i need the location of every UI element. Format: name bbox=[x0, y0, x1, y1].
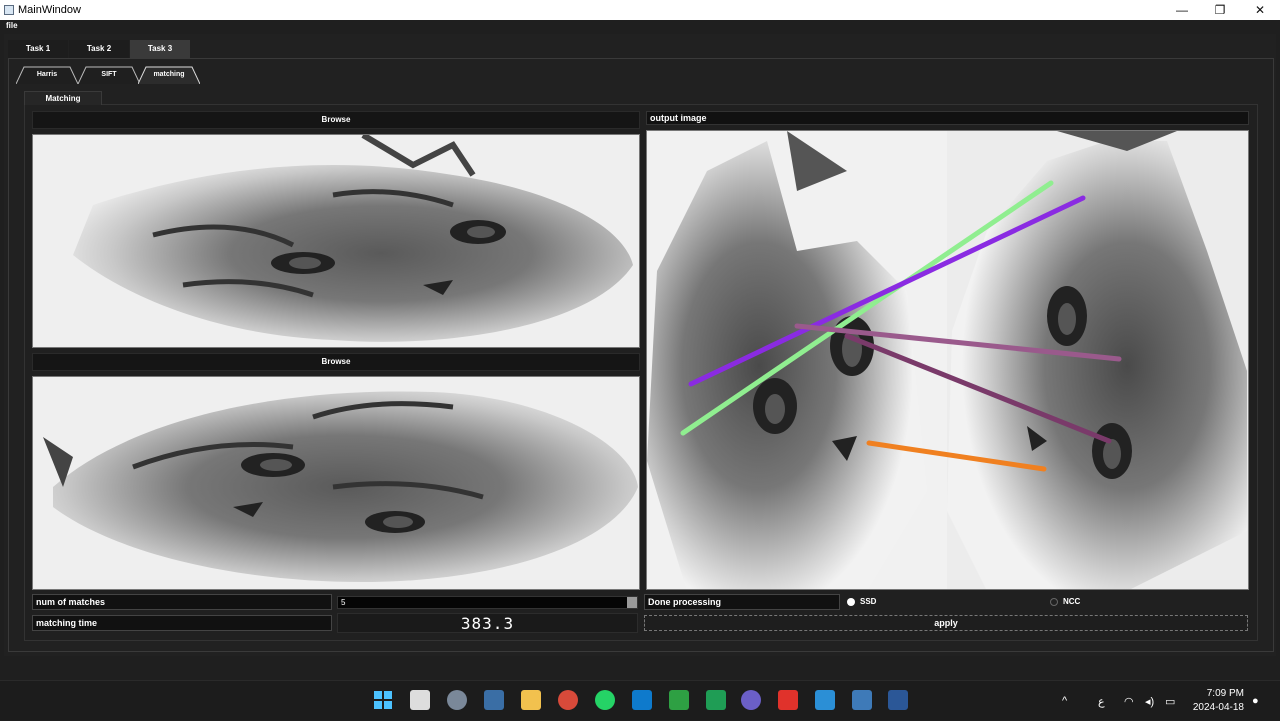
tab-sift-label: SIFT bbox=[101, 71, 117, 78]
word-icon[interactable] bbox=[888, 690, 908, 710]
chrome-icon[interactable] bbox=[558, 690, 578, 710]
app-green-icon[interactable] bbox=[669, 690, 689, 710]
matching-time-label: matching time bbox=[32, 615, 332, 631]
acrobat-icon[interactable] bbox=[778, 690, 798, 710]
paint-icon[interactable] bbox=[815, 690, 835, 710]
tab-task-3[interactable]: Task 3 bbox=[130, 40, 190, 58]
apply-button[interactable]: apply bbox=[644, 615, 1248, 631]
output-image-label: output image bbox=[646, 111, 1249, 125]
maximize-button[interactable]: ❐ bbox=[1200, 0, 1240, 20]
app-purple-icon[interactable] bbox=[741, 690, 761, 710]
task-tabs: Task 1 Task 2 Task 3 bbox=[8, 40, 191, 58]
ncc-radio[interactable]: NCC bbox=[1050, 597, 1080, 606]
volume-icon[interactable]: ◂) bbox=[1145, 681, 1154, 721]
menu-bar: file bbox=[0, 20, 1280, 32]
settings-icon[interactable] bbox=[447, 690, 467, 710]
tab-matching[interactable]: matching bbox=[138, 66, 200, 84]
taskbar: ^ ع ◠ ◂) ▭ 7:09 PM 2024-04-18 ● bbox=[0, 680, 1280, 720]
notification-icon[interactable]: ● bbox=[1252, 681, 1259, 721]
input-image-2 bbox=[32, 376, 640, 590]
tab-matching-label: matching bbox=[153, 71, 185, 78]
monitor-icon[interactable] bbox=[484, 690, 504, 710]
tab-harris-label: Harris bbox=[36, 71, 58, 78]
ssd-radio-dot bbox=[847, 597, 855, 606]
excel-icon[interactable] bbox=[706, 690, 726, 710]
tab-sift[interactable]: SIFT bbox=[78, 66, 140, 84]
ssd-label: SSD bbox=[860, 597, 877, 606]
output-image bbox=[646, 130, 1249, 590]
tab-harris[interactable]: Harris bbox=[16, 66, 78, 84]
file-explorer-icon[interactable] bbox=[410, 690, 430, 710]
num-matches-value: 5 bbox=[341, 598, 346, 607]
close-button[interactable]: ✕ bbox=[1240, 0, 1280, 20]
window-title: MainWindow bbox=[18, 4, 81, 16]
battery-icon[interactable]: ▭ bbox=[1165, 681, 1175, 721]
slider-handle[interactable] bbox=[627, 597, 637, 608]
windows-start-icon[interactable] bbox=[373, 690, 393, 710]
num-matches-slider[interactable]: 5 bbox=[337, 596, 638, 609]
minimize-button[interactable]: — bbox=[1162, 0, 1202, 20]
ncc-radio-dot bbox=[1050, 597, 1058, 606]
input-image-1 bbox=[32, 134, 640, 348]
ncc-label: NCC bbox=[1063, 597, 1081, 606]
menu-file[interactable]: file bbox=[6, 21, 18, 30]
app-icon bbox=[4, 5, 14, 15]
matching-time-display: 383.3 bbox=[337, 613, 638, 633]
clock-time: 7:09 PM bbox=[1206, 688, 1244, 699]
language-indicator[interactable]: ع bbox=[1098, 681, 1105, 721]
browse-button-2[interactable]: Browse bbox=[32, 353, 640, 371]
python-icon[interactable] bbox=[852, 690, 872, 710]
status-label: Done processing bbox=[644, 594, 840, 610]
clock-date: 2024-04-18 bbox=[1192, 702, 1244, 713]
clock[interactable]: 7:09 PM 2024-04-18 bbox=[1193, 687, 1244, 715]
vscode-icon[interactable] bbox=[632, 690, 652, 710]
num-matches-label: num of matches bbox=[32, 594, 332, 610]
tab-task-1[interactable]: Task 1 bbox=[8, 40, 68, 58]
title-bar: MainWindow — ❐ ✕ bbox=[0, 0, 1280, 20]
tab-task-2[interactable]: Task 2 bbox=[69, 40, 129, 58]
ssd-radio[interactable]: SSD bbox=[847, 597, 876, 606]
tab-matching-inner[interactable]: Matching bbox=[24, 91, 102, 105]
whatsapp-icon[interactable] bbox=[595, 690, 615, 710]
browse-button-1[interactable]: Browse bbox=[32, 111, 640, 129]
wifi-icon[interactable]: ◠ bbox=[1124, 681, 1134, 721]
folder-icon[interactable] bbox=[521, 690, 541, 710]
tray-chevron-icon[interactable]: ^ bbox=[1062, 681, 1067, 721]
